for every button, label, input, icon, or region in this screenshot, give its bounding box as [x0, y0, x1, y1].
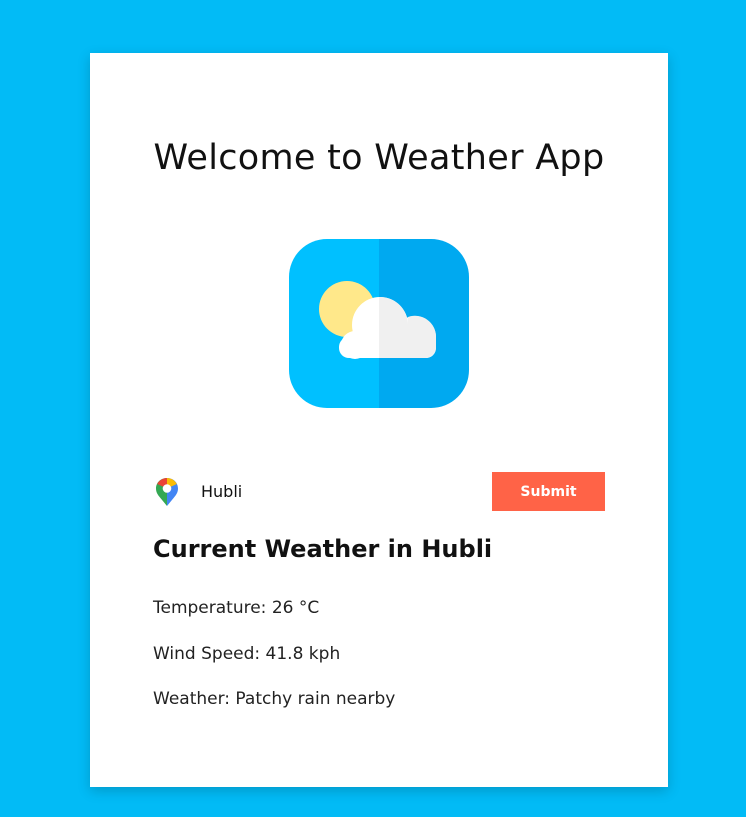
weather-app-icon — [289, 239, 469, 408]
submit-button[interactable]: Submit — [492, 472, 605, 511]
temperature-text: Temperature: 26 °C — [153, 598, 320, 618]
map-pin-icon — [156, 478, 178, 506]
wind-speed-text: Wind Speed: 41.8 kph — [153, 644, 341, 664]
weather-card: Welcome to Weather App Submi — [90, 53, 668, 787]
weather-condition-text: Weather: Patchy rain nearby — [153, 689, 396, 709]
city-input[interactable] — [201, 476, 421, 506]
weather-heading: Current Weather in Hubli — [153, 535, 493, 563]
page-title: Welcome to Weather App — [153, 138, 605, 178]
location-row: Submit — [153, 472, 605, 511]
